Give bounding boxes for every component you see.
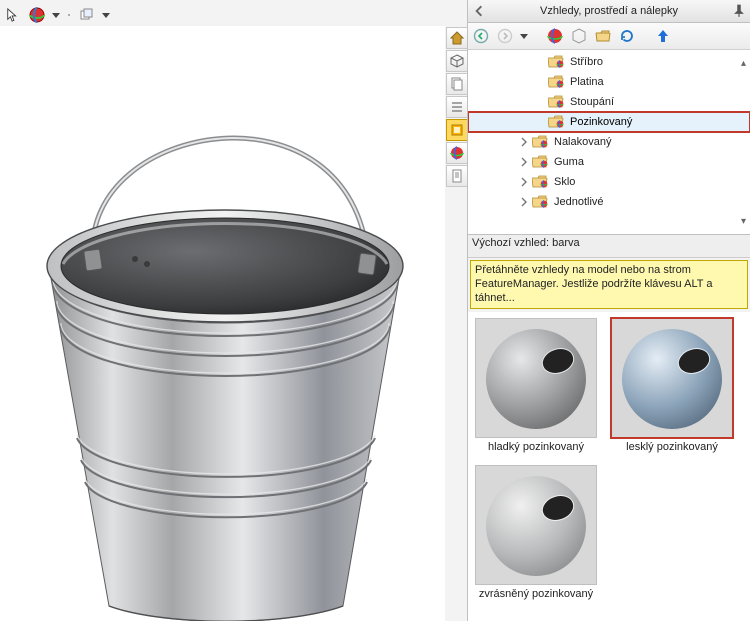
home-tab-icon[interactable] [446,27,468,49]
tree-item[interactable]: Pozinkovaný [468,112,750,132]
folder-appearance-icon [532,155,548,169]
folder-appearance-icon [548,95,564,109]
appearance-globe-icon[interactable] [28,6,46,24]
tree-item[interactable]: Stříbro [468,52,750,72]
tree-item[interactable]: Platina [468,72,750,92]
appearance-thumbnail[interactable] [475,465,597,585]
tree-expander-icon[interactable] [534,116,546,128]
cursor-icon[interactable] [4,6,22,24]
tree-item-label: Nalakovaný [552,136,613,148]
appearance-preview-card[interactable]: lesklý pozinkovaný [610,318,734,453]
appearance-preview-card[interactable]: zvrásněný pozinkovaný [474,465,598,600]
taskpane-tab-strip [445,26,467,188]
appearance-tree[interactable]: Stříbro Platina Stoupání Pozinkovaný Nalakov… [468,50,750,235]
nav-back-icon[interactable] [472,27,490,45]
view-dropdown[interactable] [102,6,110,24]
appearance-preview-label: zvrásněný pozinkovaný [479,588,593,600]
appearance-thumbnail[interactable] [611,318,733,438]
open-folder-icon[interactable] [594,27,612,45]
panel-title-text: Vzhledy, prostředí a nálepky [486,5,732,17]
drag-hint-box: Přetáhněte vzhledy na model nebo na stro… [470,260,748,309]
tree-expander-icon[interactable] [518,196,530,208]
folder-appearance-icon [532,175,548,189]
toolbar-separator [68,14,70,16]
appearance-thumbnail[interactable] [475,318,597,438]
appearance-dropdown[interactable] [52,6,60,24]
tree-item[interactable]: Jednotlivé [468,192,750,212]
appearances-panel: Vzhledy, prostředí a nálepky Stříbro Plat… [467,0,750,621]
tree-expander-icon[interactable] [518,156,530,168]
appearance-preview-label: lesklý pozinkovaný [626,441,718,453]
model-bucket [13,66,433,621]
tree-item-label: Pozinkovaný [568,116,634,128]
nav-history-dropdown[interactable] [520,27,528,45]
appearance-preview-area: hladký pozinkovaný lesklý pozinkovaný zvrá… [468,312,750,621]
appearance-globe2-icon[interactable] [546,27,564,45]
cube-tab-icon[interactable] [446,50,468,72]
folder-appearance-icon [548,115,564,129]
default-appearance-label: Výchozí vzhled: barva [468,235,750,258]
tree-item-label: Sklo [552,176,577,188]
tree-item[interactable]: Guma [468,152,750,172]
document-tab-icon[interactable] [446,165,468,187]
folder-appearance-icon [532,135,548,149]
nav-forward-icon[interactable] [496,27,514,45]
tree-expander-icon[interactable] [518,136,530,148]
tree-item-label: Stoupání [568,96,616,108]
tree-item[interactable]: Nalakovaný [468,132,750,152]
tree-item-label: Guma [552,156,586,168]
tree-item-label: Platina [568,76,606,88]
panel-titlebar: Vzhledy, prostředí a nálepky [468,0,750,23]
scroll-indicator-bottom: ▾ [741,216,746,227]
graphics-viewport[interactable] [0,26,445,621]
list-tab-icon[interactable] [446,96,468,118]
panel-pin-icon[interactable] [732,4,746,18]
view-cube-icon[interactable] [78,6,96,24]
appearances-tab-icon[interactable] [446,142,468,164]
scene-icon[interactable] [570,27,588,45]
scroll-indicator-top: ▴ [741,58,746,69]
tree-item-label: Stříbro [568,56,605,68]
tree-expander-icon[interactable] [518,176,530,188]
hint-line-2: FeatureManager. Jestliže podržíte kláves… [475,278,743,306]
tree-expander-icon[interactable] [534,96,546,108]
tree-item[interactable]: Stoupání [468,92,750,112]
up-arrow-icon[interactable] [654,27,672,45]
tree-expander-icon[interactable] [534,56,546,68]
appearance-preview-label: hladký pozinkovaný [488,441,584,453]
panel-toolbar [468,23,750,50]
hint-line-1: Přetáhněte vzhledy na model nebo na stro… [475,264,743,278]
refresh-icon[interactable] [618,27,636,45]
tree-item[interactable]: Sklo [468,172,750,192]
tree-expander-icon[interactable] [534,76,546,88]
folder-appearance-icon [532,195,548,209]
tree-item-label: Jednotlivé [552,196,606,208]
folder-appearance-icon [548,75,564,89]
panel-back-icon[interactable] [472,4,486,18]
layers-tab-icon[interactable] [446,119,468,141]
appearance-preview-card[interactable]: hladký pozinkovaný [474,318,598,453]
folder-appearance-icon [548,55,564,69]
files-tab-icon[interactable] [446,73,468,95]
